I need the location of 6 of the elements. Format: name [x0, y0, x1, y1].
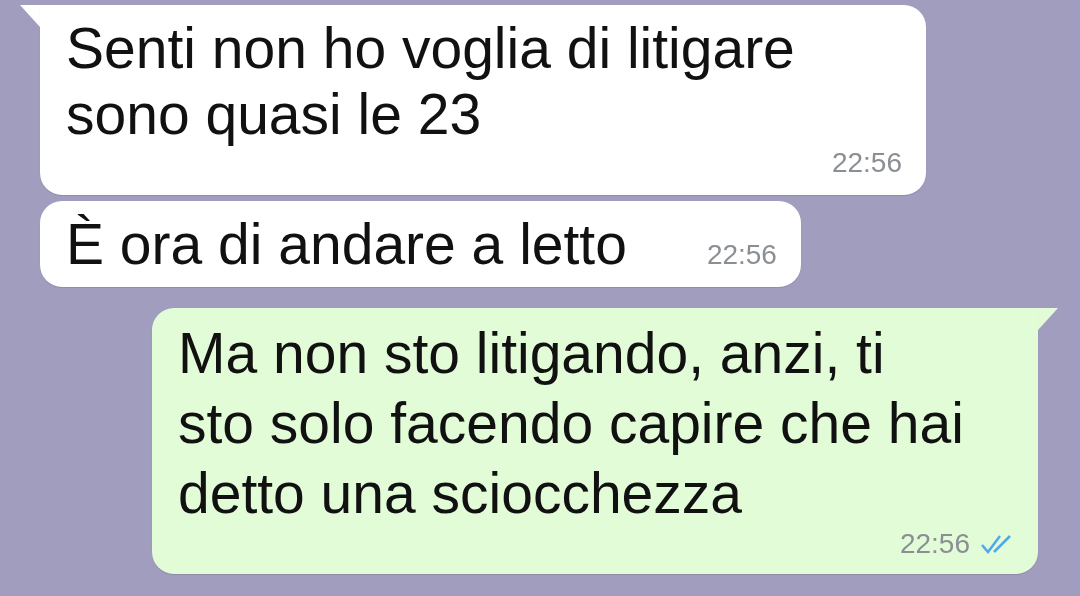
message-text: Senti non ho voglia di litigare sono quasi le 23 [66, 15, 795, 147]
message-time: 22:56 [899, 528, 970, 560]
message-text: È ora di andare a letto [66, 211, 627, 277]
message-time: 22:56 [831, 147, 902, 179]
message-time: 22:56 [706, 239, 777, 271]
message-text: Ma non sto litigando, anzi, ti sto solo facendo capire che hai detto una sciocchezza [178, 320, 964, 527]
